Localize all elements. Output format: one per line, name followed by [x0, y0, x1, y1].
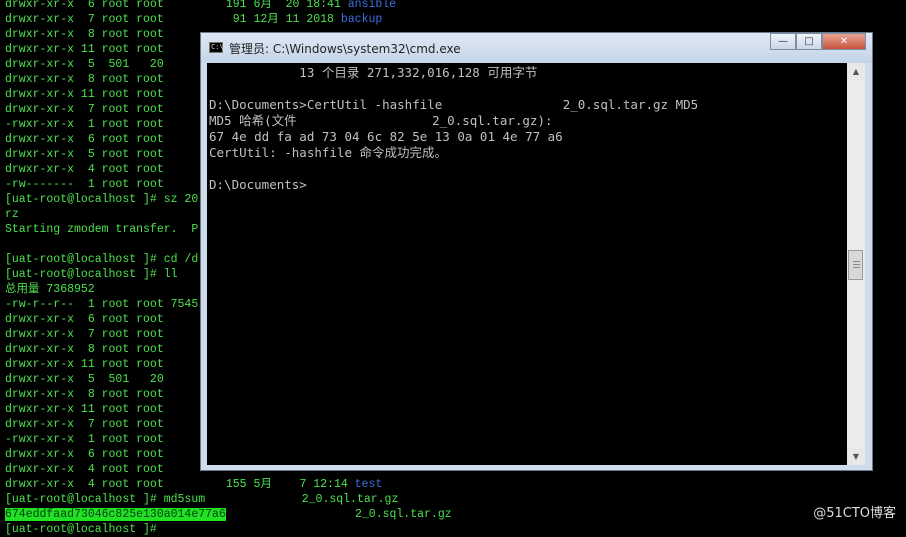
term-line: drwxr-xr-x 4 root root	[5, 463, 164, 476]
console-line: 13 个目录 271,332,016,128 可用字节	[209, 65, 538, 80]
term-line: -rw-r--r-- 1 root root 7545	[5, 298, 199, 311]
scroll-thumb[interactable]	[848, 250, 863, 280]
term-line: 总用量 7368952	[5, 283, 95, 296]
minimize-button[interactable]: —	[770, 33, 796, 50]
title-bar[interactable]: C:\ 管理员: C:\Windows\system32\cmd.exe — □…	[201, 33, 872, 63]
term-line: drwxr-xr-x 11 root root	[5, 88, 164, 101]
term-line: drwxr-xr-x 7 root root 91 12月 11 2018 ba…	[5, 13, 383, 26]
console-line: CertUtil: -hashfile 命令成功完成。	[209, 145, 448, 160]
term-line: -rw------- 1 root root	[5, 178, 164, 191]
term-line: rz	[5, 208, 19, 221]
term-prompt: [uat-root@localhost ]#	[5, 523, 164, 536]
window-controls: — □ ✕	[770, 33, 866, 51]
console-prompt[interactable]: D:\Documents>	[209, 177, 307, 193]
dir-name: test	[354, 478, 383, 491]
term-prompt: [uat-root@localhost ]# sz 20	[5, 193, 199, 206]
term-line: drwxr-xr-x 11 root root	[5, 403, 164, 416]
scroll-down-icon[interactable]: ▼	[847, 448, 865, 465]
console-hash: 67 4e dd fa ad 73 04 6c 82 5e 13 0a 01 4…	[209, 129, 563, 144]
grip-line	[853, 264, 860, 265]
md5-output-line: 674eddfaad73046c825e130a014e77a6	[5, 507, 226, 522]
term-line: drwxr-xr-x 8 root root	[5, 388, 164, 401]
term-line: drwxr-xr-x 5 501 20	[5, 58, 164, 71]
term-line: drwxr-xr-x 6 root root	[5, 448, 164, 461]
term-line: drwxr-xr-x 7 root root	[5, 103, 164, 116]
console-line: MD5 哈希(文件 2_0.sql.tar.gz):	[209, 113, 553, 128]
term-prompt: [uat-root@localhost ]# cd /d	[5, 253, 199, 266]
term-line: drwxr-xr-x 8 root root	[5, 28, 164, 41]
maximize-button[interactable]: □	[796, 33, 822, 50]
term-line: drwxr-xr-x 7 root root	[5, 328, 164, 341]
md5-hash-highlight: 674eddfaad73046c825e130a014e77a6	[5, 508, 226, 521]
watermark: @51CTO博客	[813, 506, 896, 521]
term-line: Starting zmodem transfer. P	[5, 223, 199, 236]
console-command: D:\Documents>CertUtil -hashfile 2_0.sql.…	[209, 97, 699, 112]
dir-name: ansible	[347, 0, 397, 11]
term-line: drwxr-xr-x 11 root root	[5, 43, 164, 56]
term-line: drwxr-xr-x 5 501 20	[5, 373, 164, 386]
term-line: drwxr-xr-x 8 root root	[5, 73, 164, 86]
close-button[interactable]: ✕	[822, 33, 866, 50]
scroll-up-icon[interactable]: ▲	[847, 63, 865, 80]
md5-output-filename: 2_0.sql.tar.gz	[355, 508, 452, 521]
term-line: drwxr-xr-x 11 root root	[5, 358, 164, 371]
term-line: drwxr-xr-x 8 root root	[5, 343, 164, 356]
term-line: drwxr-xr-x 4 root root 155 5月 7 12:14 te…	[5, 478, 383, 491]
term-line: drwxr-xr-x 6 root root 191 6月 20 18:41 a…	[5, 0, 397, 11]
term-line: -rwxr-xr-x 1 root root	[5, 118, 164, 131]
window-title: 管理员: C:\Windows\system32\cmd.exe	[229, 42, 461, 56]
cmd-icon[interactable]: C:\	[209, 42, 224, 53]
grip-line	[853, 267, 860, 268]
vertical-scrollbar[interactable]: ▲ ▼	[847, 63, 865, 465]
cmd-window[interactable]: C:\ 管理员: C:\Windows\system32\cmd.exe — □…	[200, 32, 873, 471]
term-line: drwxr-xr-x 7 root root	[5, 418, 164, 431]
term-prompt: [uat-root@localhost ]# md5sum 2_0.sql.ta…	[5, 493, 399, 506]
term-line: drwxr-xr-x 6 root root	[5, 313, 164, 326]
dir-name: backup	[340, 13, 383, 26]
term-line: -rwxr-xr-x 1 root root	[5, 433, 164, 446]
grip-line	[853, 261, 860, 262]
term-line: drwxr-xr-x 4 root root	[5, 163, 164, 176]
term-line: drwxr-xr-x 5 root root	[5, 148, 164, 161]
term-prompt: [uat-root@localhost ]# ll	[5, 268, 178, 281]
term-line: drwxr-xr-x 6 root root	[5, 133, 164, 146]
console-output[interactable]: 13 个目录 271,332,016,128 可用字节 D:\Documents…	[207, 63, 847, 465]
